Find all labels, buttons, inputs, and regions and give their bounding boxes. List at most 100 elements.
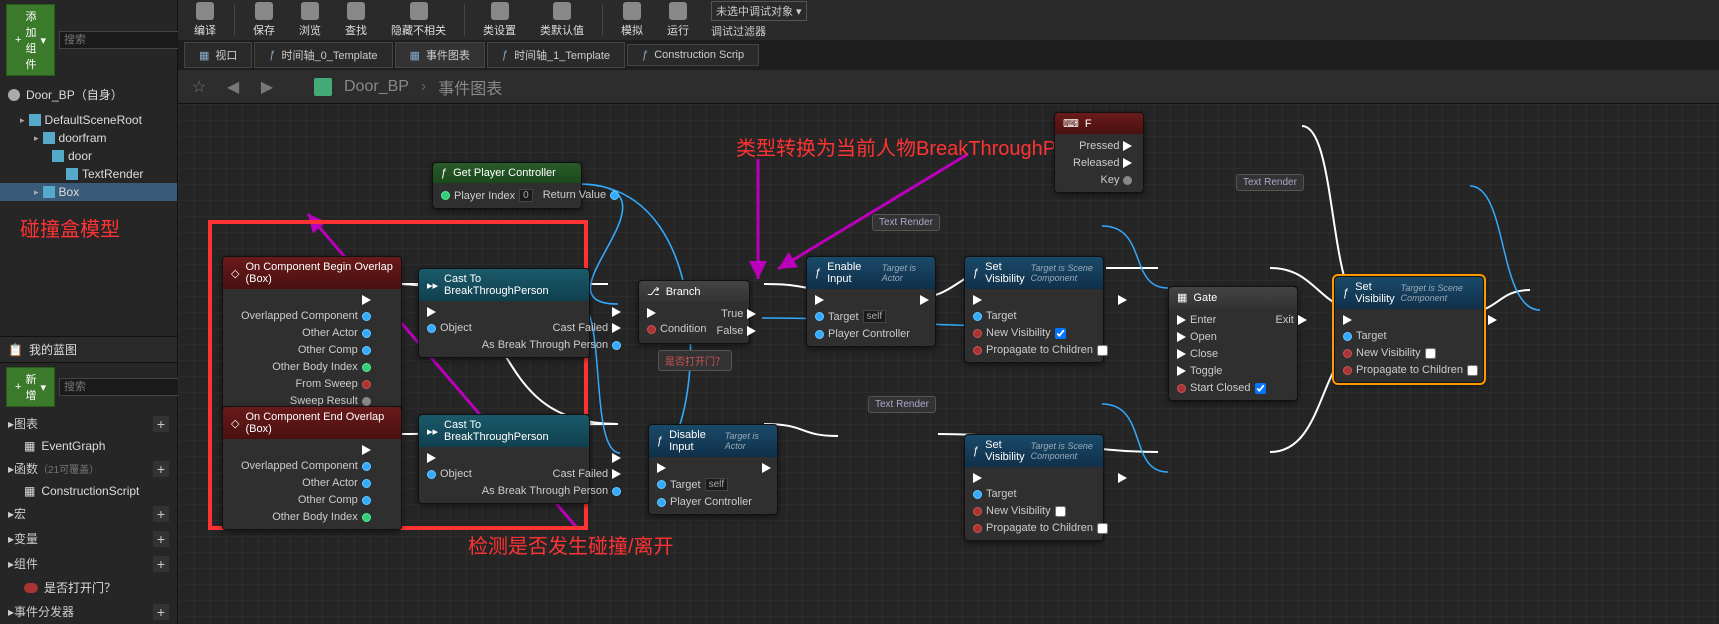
- toolbar-icon: [623, 2, 641, 20]
- node-textrender-2[interactable]: Text Render: [868, 396, 936, 413]
- annotation-cast: 类型转换为当前人物BreakThroughPerson: [736, 132, 1106, 161]
- checkbox-propagate[interactable]: [1467, 365, 1478, 376]
- tab-icon: ƒ: [502, 49, 508, 61]
- toolbar-模拟[interactable]: 模拟: [611, 0, 653, 40]
- toolbar-浏览[interactable]: 浏览: [289, 0, 331, 40]
- node-branch[interactable]: ⎇Branch Condition TrueFalse: [638, 280, 750, 344]
- tab-icon: ƒ: [269, 49, 275, 61]
- add-component-button[interactable]: +添加组件▾: [6, 4, 55, 76]
- tree-item[interactable]: ▸Box: [0, 183, 177, 201]
- checkbox-new-visibility[interactable]: [1055, 328, 1066, 339]
- tab-4[interactable]: ƒConstruction Scrip: [627, 44, 759, 66]
- toolbar-icon: [410, 2, 428, 20]
- main-toolbar: 编译保存浏览查找隐藏不相关类设置类默认值模拟运行未选中调试对象 ▾调试过滤器: [178, 0, 1719, 40]
- add-icon[interactable]: +: [153, 506, 169, 522]
- tree-item[interactable]: door: [0, 147, 177, 165]
- checkbox-new-visibility[interactable]: [1055, 506, 1066, 517]
- nav-back-icon[interactable]: ◀: [222, 76, 244, 98]
- section-宏[interactable]: ▸宏+: [0, 501, 177, 526]
- globe-icon: [8, 89, 20, 101]
- toolbar-保存[interactable]: 保存: [243, 0, 285, 40]
- graph-canvas[interactable]: 类型转换为当前人物BreakThroughPerson 检测是否发生碰撞/离开 …: [178, 104, 1719, 624]
- blueprint-self-row[interactable]: Door_BP（自身）: [0, 80, 177, 109]
- node-textrender-3[interactable]: Text Render: [1236, 174, 1304, 191]
- annotation-overlap: 检测是否发生碰撞/离开: [468, 530, 674, 559]
- crumb-graph[interactable]: 事件图表: [438, 75, 502, 99]
- add-icon[interactable]: +: [153, 531, 169, 547]
- checkbox-start-closed[interactable]: [1255, 383, 1266, 394]
- node-disable-input[interactable]: ƒDisable InputTarget is Actor Targetself…: [648, 424, 778, 515]
- section-item[interactable]: ▦EventGraph: [0, 436, 177, 456]
- node-textrender-1[interactable]: Text Render: [872, 214, 940, 231]
- component-icon: [43, 186, 55, 198]
- section-item[interactable]: ▦ConstructionScript: [0, 481, 177, 501]
- node-gate[interactable]: ▦Gate EnterOpenCloseToggleStart Closed E…: [1168, 286, 1298, 401]
- add-new-button[interactable]: +新增▾: [6, 367, 55, 407]
- node-set-visibility-1[interactable]: ƒSet VisibilityTarget is Scene Component…: [964, 256, 1104, 363]
- node-cast-1[interactable]: ▸▸Cast To BreakThroughPerson Object Cast…: [418, 268, 590, 358]
- section-组件[interactable]: ▸组件+: [0, 551, 177, 576]
- section-item[interactable]: 是否打开门？: [0, 576, 177, 599]
- graph-icon: ▦: [24, 439, 35, 453]
- toolbar-类默认值[interactable]: 类默认值: [530, 0, 594, 40]
- crumb-bp[interactable]: Door_BP: [344, 78, 409, 96]
- toolbar-编译[interactable]: 编译: [184, 0, 226, 40]
- key-icon: ⌨: [1063, 117, 1079, 130]
- favorite-icon[interactable]: ☆: [188, 76, 210, 98]
- tree-arrow-icon: ▸: [34, 133, 39, 144]
- toolbar-查找[interactable]: 查找: [335, 0, 377, 40]
- node-get-player-controller[interactable]: ƒGet Player Controller Player Index0 Ret…: [432, 162, 582, 209]
- toolbar-类设置[interactable]: 类设置: [473, 0, 526, 40]
- function-icon: ƒ: [815, 267, 821, 279]
- section-图表[interactable]: ▸图表+: [0, 411, 177, 436]
- add-icon[interactable]: +: [153, 604, 169, 620]
- checkbox-new-visibility[interactable]: [1425, 348, 1436, 359]
- component-icon: [66, 168, 78, 180]
- node-end-overlap[interactable]: ◇On Component End Overlap (Box) Overlapp…: [222, 406, 402, 530]
- tab-icon: ▦: [199, 49, 209, 62]
- function-icon: ƒ: [973, 267, 979, 279]
- section-变量[interactable]: ▸变量+: [0, 526, 177, 551]
- add-icon[interactable]: +: [153, 556, 169, 572]
- checkbox-propagate[interactable]: [1097, 523, 1108, 534]
- checkbox-propagate[interactable]: [1097, 345, 1108, 356]
- left-panel: +添加组件▾ Door_BP（自身） ▸DefaultSceneRoot▸doo…: [0, 0, 178, 624]
- component-tree: ▸DefaultSceneRoot▸doorframdoorTextRender…: [0, 109, 177, 203]
- chevron-right-icon: ›: [421, 78, 426, 96]
- function-icon: ƒ: [973, 445, 979, 457]
- toolbar-icon: [301, 2, 319, 20]
- node-key-f[interactable]: ⌨F PressedReleasedKey: [1054, 112, 1144, 193]
- tree-item[interactable]: ▸doorfram: [0, 129, 177, 147]
- toolbar-隐藏不相关[interactable]: 隐藏不相关: [381, 0, 456, 40]
- node-set-visibility-3[interactable]: ƒSet VisibilityTarget is Scene Component…: [1334, 276, 1484, 383]
- tab-1[interactable]: ƒ时间轴_0_Template: [254, 42, 392, 68]
- toolbar-icon: [491, 2, 509, 20]
- component-icon: [29, 114, 41, 126]
- toolbar-icon: [553, 2, 571, 20]
- toolbar-icon: [669, 2, 687, 20]
- tab-icon: ▦: [410, 49, 420, 62]
- add-icon[interactable]: +: [153, 416, 169, 432]
- section-事件分发器[interactable]: ▸事件分发器+: [0, 599, 177, 624]
- debug-selector[interactable]: 未选中调试对象 ▾调试过滤器: [703, 1, 815, 39]
- node-begin-overlap[interactable]: ◇On Component Begin Overlap (Box) Overla…: [222, 256, 402, 414]
- tab-2[interactable]: ▦事件图表: [395, 42, 485, 68]
- tab-0[interactable]: ▦视口: [184, 42, 252, 68]
- tab-3[interactable]: ƒ时间轴_1_Template: [487, 42, 625, 68]
- tree-item[interactable]: ▸DefaultSceneRoot: [0, 111, 177, 129]
- blueprint-icon: [314, 78, 332, 96]
- add-icon[interactable]: +: [153, 461, 169, 477]
- function-icon: ƒ: [441, 167, 447, 179]
- annotation-collision-box: 碰撞盒模型: [0, 203, 177, 252]
- toolbar-运行[interactable]: 运行: [657, 0, 699, 40]
- section-函数[interactable]: ▸函数（21可覆盖）+: [0, 456, 177, 481]
- component-icon: [43, 132, 55, 144]
- nav-fwd-icon[interactable]: ▶: [256, 76, 278, 98]
- node-cast-2[interactable]: ▸▸Cast To BreakThroughPerson Object Cast…: [418, 414, 590, 504]
- tab-icon: ƒ: [642, 49, 648, 61]
- node-set-visibility-2[interactable]: ƒSet VisibilityTarget is Scene Component…: [964, 434, 1104, 541]
- tree-item[interactable]: TextRender: [0, 165, 177, 183]
- node-enable-input[interactable]: ƒEnable InputTarget is Actor TargetselfP…: [806, 256, 936, 347]
- node-var-isopen[interactable]: 是否打开门？: [658, 350, 732, 371]
- breadcrumb-bar: ☆ ◀ ▶ Door_BP › 事件图表: [178, 70, 1719, 104]
